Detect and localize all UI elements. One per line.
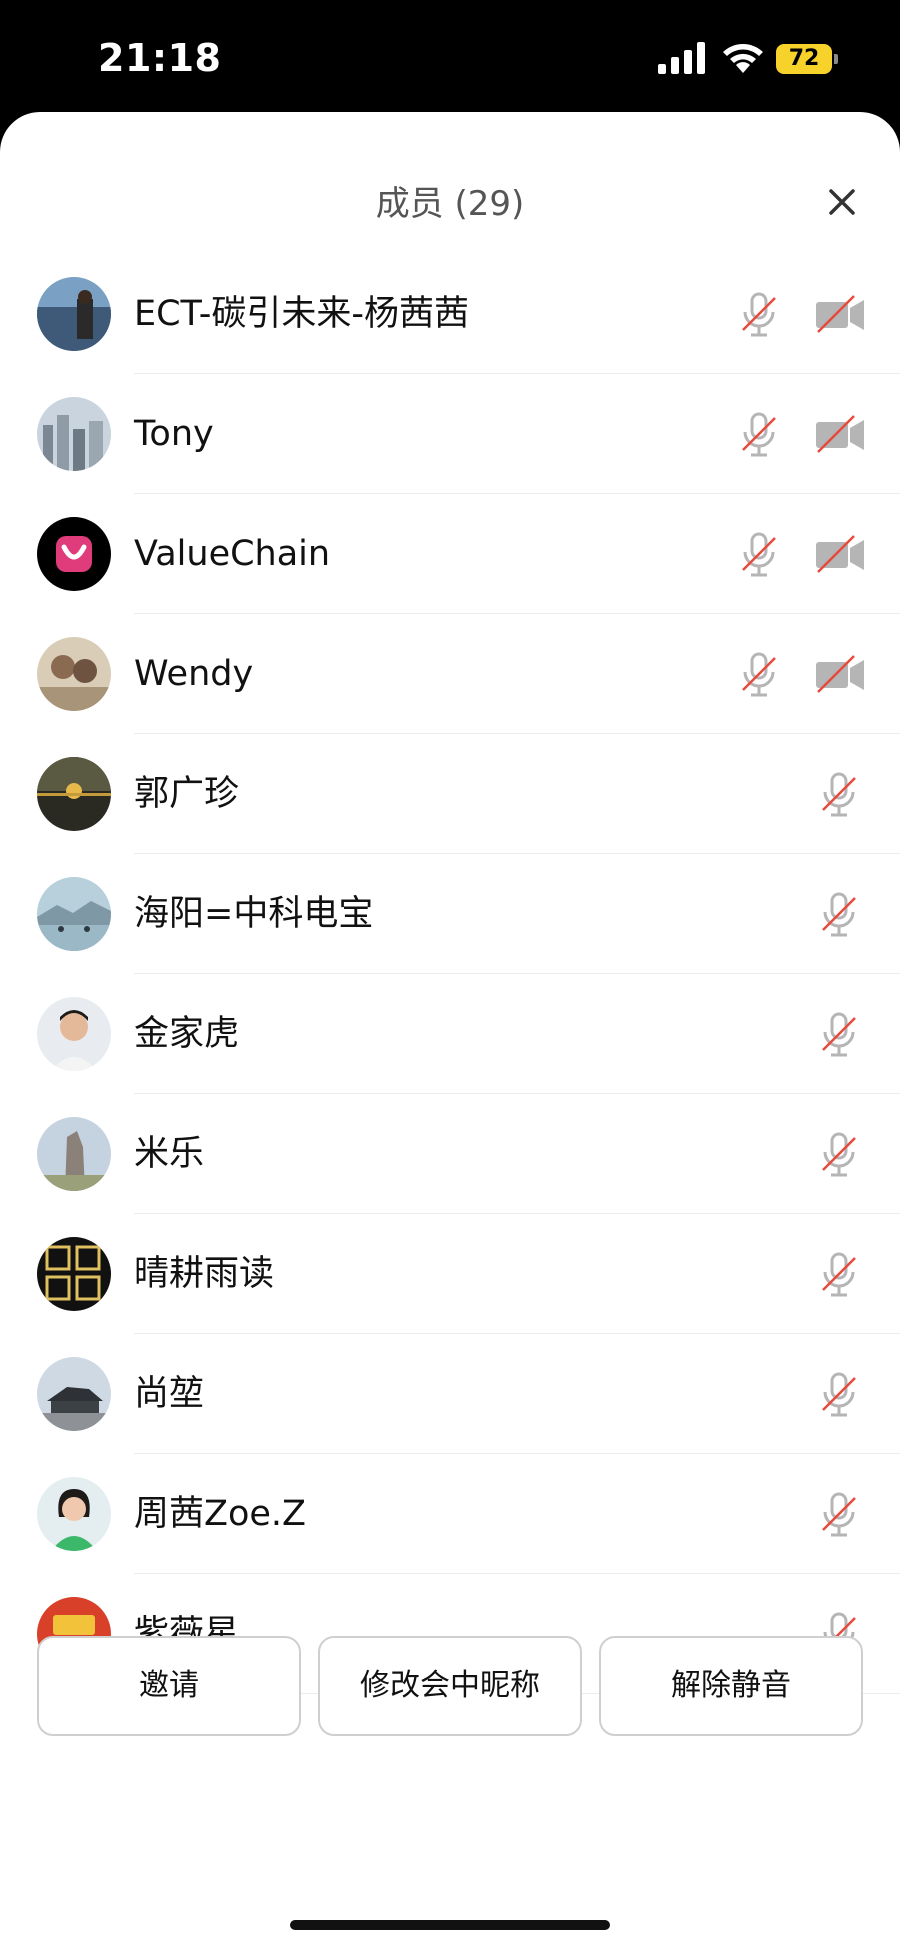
avatar (37, 1237, 111, 1311)
list-item[interactable]: ECT-碳引未来-杨茜茜 (0, 254, 900, 374)
member-name: 郭广珍 (134, 774, 240, 814)
avatar (37, 277, 111, 351)
unmute-button[interactable]: 解除静音 (599, 1636, 863, 1736)
member-name: 米乐 (134, 1134, 205, 1174)
member-name: 金家虎 (134, 1014, 240, 1054)
list-item[interactable]: 金家虎 (0, 974, 900, 1094)
status-time: 21:18 (98, 36, 222, 80)
mic-muted-icon[interactable] (738, 412, 780, 458)
camera-off-icon[interactable] (814, 414, 866, 454)
member-name: 尚堃 (134, 1374, 205, 1414)
list-item[interactable]: 海阳=中科电宝 (0, 854, 900, 974)
home-indicator[interactable] (290, 1920, 610, 1930)
member-name: 海阳=中科电宝 (134, 894, 374, 934)
camera-off-icon[interactable] (814, 654, 866, 694)
action-bar: 邀请 修改会中昵称 解除静音 (37, 1636, 863, 1738)
mic-muted-icon[interactable] (818, 1492, 860, 1538)
mic-muted-icon[interactable] (818, 1252, 860, 1298)
camera-off-icon[interactable] (814, 294, 866, 334)
list-item[interactable]: 晴耕雨读 (0, 1214, 900, 1334)
avatar (37, 1477, 111, 1551)
avatar (37, 1357, 111, 1431)
avatar (37, 757, 111, 831)
battery-icon: 72 (776, 44, 838, 74)
rename-button[interactable]: 修改会中昵称 (318, 1636, 582, 1736)
page-title: 成员 (29) (375, 184, 525, 224)
status-bar: 21:18 72 (0, 0, 900, 112)
avatar (37, 1117, 111, 1191)
member-name: Tony (134, 414, 214, 454)
camera-off-icon[interactable] (814, 534, 866, 574)
mic-muted-icon[interactable] (818, 1372, 860, 1418)
close-icon[interactable] (818, 178, 866, 226)
signal-icon (658, 42, 705, 74)
wifi-icon (723, 44, 763, 73)
battery-level: 72 (788, 46, 820, 71)
mic-muted-icon[interactable] (738, 652, 780, 698)
mic-muted-icon[interactable] (818, 1012, 860, 1058)
list-item[interactable]: Wendy (0, 614, 900, 734)
avatar (37, 997, 111, 1071)
mic-muted-icon[interactable] (738, 532, 780, 578)
member-name: 晴耕雨读 (134, 1254, 275, 1294)
list-item[interactable]: Tony (0, 374, 900, 494)
list-item[interactable]: 郭广珍 (0, 734, 900, 854)
invite-button[interactable]: 邀请 (37, 1636, 301, 1736)
member-name: ValueChain (134, 534, 331, 574)
mic-muted-icon[interactable] (818, 892, 860, 938)
list-item[interactable]: 周茜Zoe.Z (0, 1454, 900, 1574)
member-name: Wendy (134, 654, 254, 694)
avatar (37, 397, 111, 471)
member-list: ECT-碳引未来-杨茜茜 Tony ValueChain Wendy 郭广珍 海… (0, 254, 900, 1694)
list-item[interactable]: 尚堃 (0, 1334, 900, 1454)
avatar (37, 877, 111, 951)
avatar (37, 637, 111, 711)
mic-muted-icon[interactable] (818, 1132, 860, 1178)
member-name: ECT-碳引未来-杨茜茜 (134, 294, 469, 334)
mic-muted-icon[interactable] (738, 292, 780, 338)
mic-muted-icon[interactable] (818, 772, 860, 818)
list-item[interactable]: 米乐 (0, 1094, 900, 1214)
list-item[interactable]: ValueChain (0, 494, 900, 614)
avatar (37, 517, 111, 591)
member-name: 周茜Zoe.Z (134, 1494, 307, 1534)
